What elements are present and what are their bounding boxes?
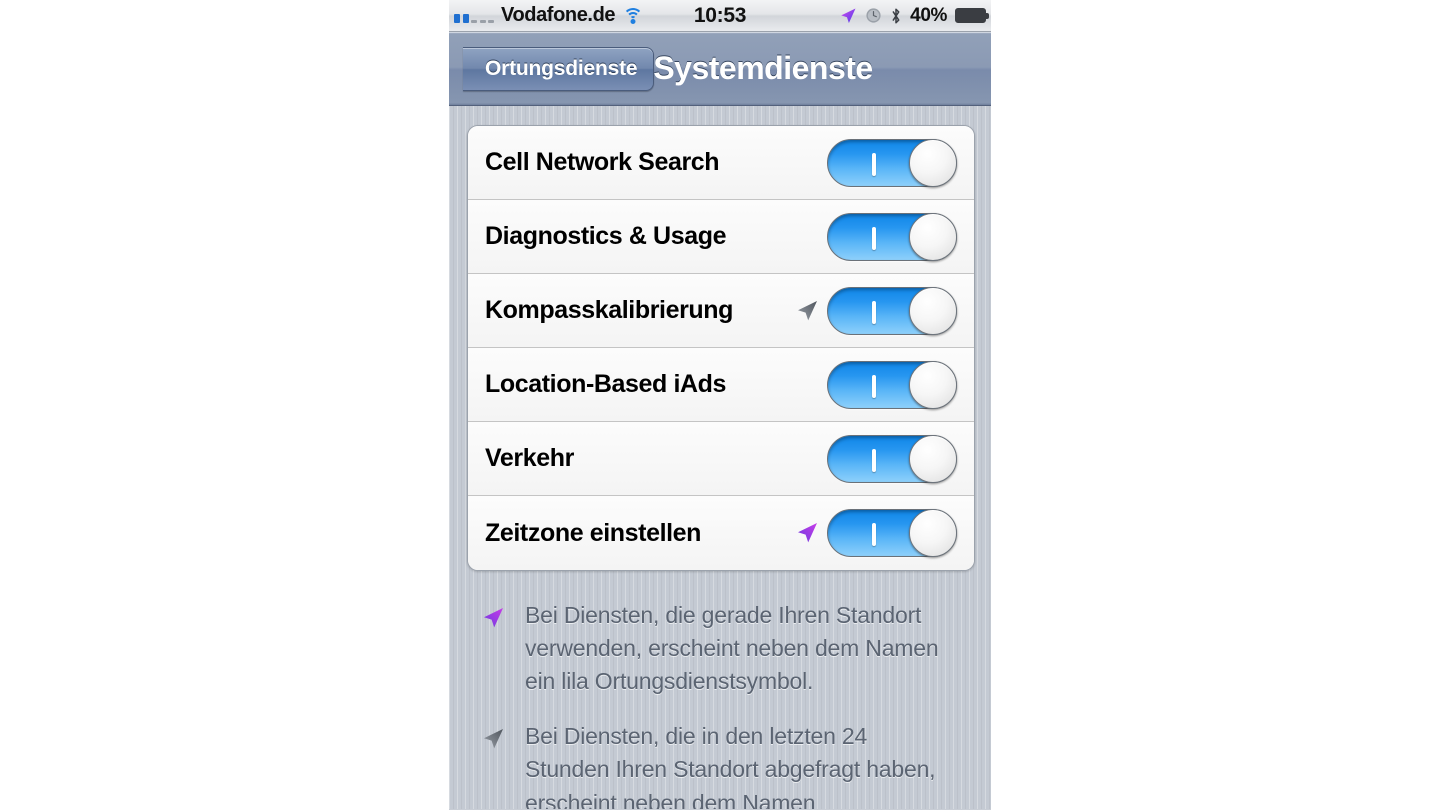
status-bar-right: 40% <box>839 4 989 27</box>
iphone-screen: Vodafone.de 10:53 40% Ortungsdienste Sys… <box>449 0 991 810</box>
toggle-knob <box>909 212 957 261</box>
row-label: Zeitzone einstellen <box>485 518 702 547</box>
location-arrow-icon <box>841 8 856 23</box>
battery-percent: 40% <box>910 4 947 26</box>
location-arrow-purple-icon <box>484 608 503 628</box>
toggle-on-mark <box>872 523 876 546</box>
status-bar: Vodafone.de 10:53 40% <box>449 0 991 32</box>
settings-list: Cell Network Search Diagnostics & Usage <box>467 125 975 571</box>
list-item[interactable]: Kompasskalibrierung <box>468 274 974 348</box>
toggle-switch-cell-network-search[interactable] <box>827 138 957 187</box>
toggle-on-mark <box>872 226 876 250</box>
footer-note-text: Bei Diensten, die gerade Ihren Standort … <box>525 602 939 695</box>
footer-note-text: Bei Diensten, die in den letzten 24 Stun… <box>525 723 936 809</box>
list-item[interactable]: Cell Network Search <box>468 126 974 200</box>
toggle-knob <box>909 286 957 335</box>
list-item[interactable]: Verkehr <box>468 422 974 496</box>
location-arrow-gray-icon <box>484 729 503 749</box>
toggle-switch-location-based-iads[interactable] <box>827 360 957 409</box>
footer-note: Bei Diensten, die gerade Ihren Standort … <box>469 599 971 698</box>
battery-icon <box>955 8 989 23</box>
row-label: Diagnostics & Usage <box>485 222 727 250</box>
row-label: Verkehr <box>485 444 574 472</box>
row-label: Cell Network Search <box>485 148 720 176</box>
bluetooth-icon <box>892 7 900 24</box>
toggle-knob <box>909 360 957 409</box>
content-area: Cell Network Search Diagnostics & Usage <box>449 106 991 809</box>
alarm-clock-icon <box>866 8 881 23</box>
row-label: Location-Based iAds <box>485 370 727 398</box>
toggle-on-mark <box>872 300 876 324</box>
footer-note: Bei Diensten, die in den letzten 24 Stun… <box>469 720 971 809</box>
toggle-switch-kompasskalibrierung[interactable] <box>827 286 957 335</box>
toggle-switch-zeitzone-einstellen[interactable] <box>827 509 957 557</box>
toggle-on-mark <box>872 374 876 398</box>
toggle-switch-verkehr[interactable] <box>827 434 957 483</box>
screenshot-canvas: Vodafone.de 10:53 40% Ortungsdienste Sys… <box>0 0 1440 810</box>
navigation-bar: Ortungsdienste Systemdienste <box>449 32 991 106</box>
list-item[interactable]: Diagnostics & Usage <box>468 200 974 274</box>
toggle-knob <box>909 138 957 187</box>
toggle-on-mark <box>872 152 876 176</box>
list-item[interactable]: Zeitzone einstellen <box>468 496 974 570</box>
list-item[interactable]: Location-Based iAds <box>468 348 974 422</box>
toggle-knob <box>909 509 957 557</box>
footer-notes: Bei Diensten, die gerade Ihren Standort … <box>469 599 971 809</box>
toggle-knob <box>909 434 957 483</box>
row-label: Kompasskalibrierung <box>485 296 734 324</box>
toggle-on-mark <box>872 448 876 472</box>
location-arrow-purple-icon <box>798 523 817 543</box>
location-arrow-gray-icon <box>798 300 817 320</box>
toggle-switch-diagnostics-usage[interactable] <box>827 212 957 261</box>
page-title: Systemdienste <box>653 50 873 86</box>
